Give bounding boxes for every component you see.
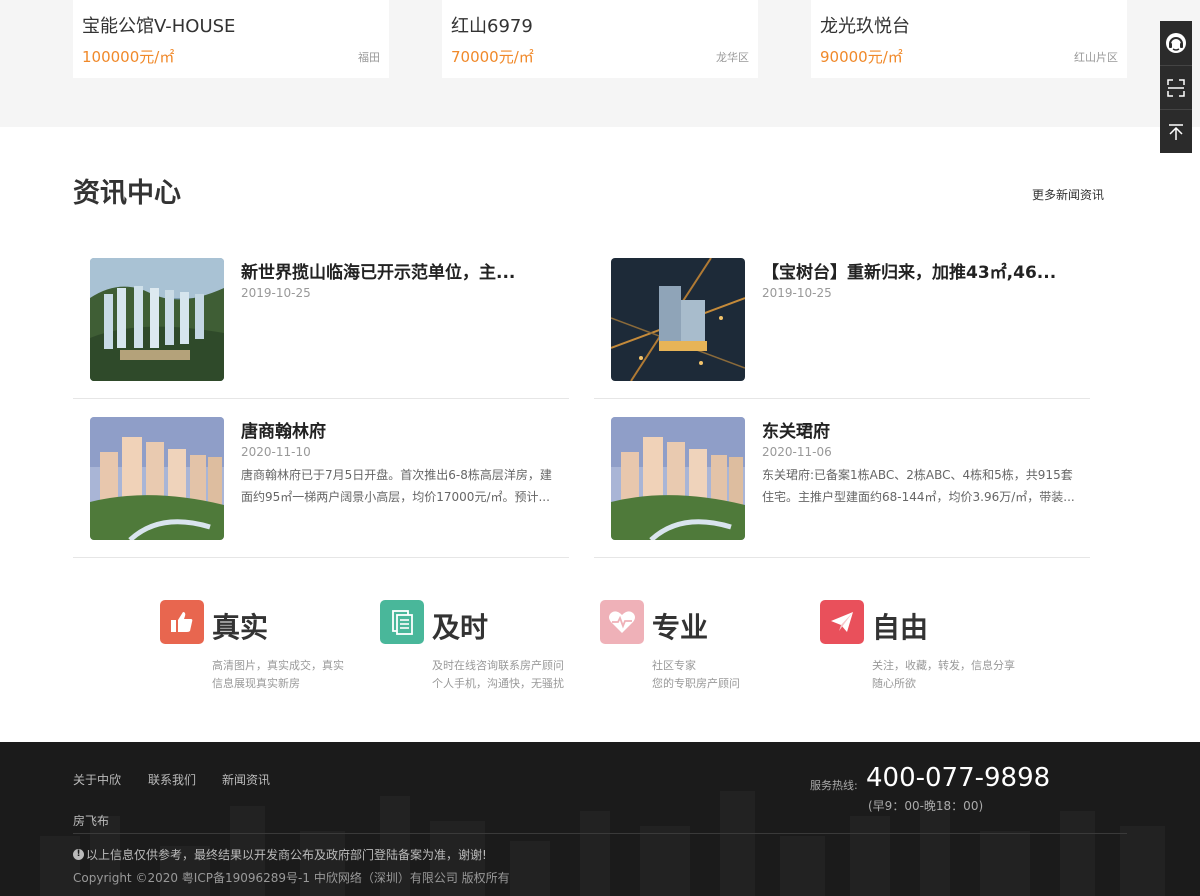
property-name[interactable]: 红山6979: [451, 12, 533, 38]
copyright: Copyright ©2020 粤ICP备19096289号-1 中欣网络（深圳…: [73, 871, 510, 885]
hotline-number[interactable]: 400-077-9898: [866, 763, 1050, 793]
feature-authentic: 真实 高清图片，真实成交，真实 信息展现真实新房: [160, 600, 360, 700]
customer-service-button[interactable]: [1160, 21, 1192, 65]
footer: 关于中欣 联系我们 新闻资讯 房飞布 服务热线: 400-077-9898 (早…: [0, 742, 1200, 896]
info-icon: !: [73, 849, 84, 860]
document-icon: [380, 600, 424, 644]
news-date: 2019-10-25: [762, 286, 832, 300]
more-news-link[interactable]: 更多新闻资讯: [1032, 186, 1104, 203]
disclaimer: ! 以上信息仅供参考，最终结果以开发商公布及政府部门登陆备案为准，谢谢!: [73, 846, 487, 863]
news-item[interactable]: 新世界揽山临海已开示范单位，主... 2019-10-25: [73, 240, 569, 399]
property-strip: 宝能公馆V-HOUSE 100000元/㎡ 福田 红山6979 70000元/㎡…: [0, 0, 1200, 127]
disclaimer-text: 以上信息仅供参考，最终结果以开发商公布及政府部门登陆备案为准，谢谢!: [86, 848, 487, 862]
thumbs-up-icon: [160, 600, 204, 644]
news-thumbnail[interactable]: [90, 258, 224, 381]
paper-plane-icon: [820, 600, 864, 644]
property-area: 福田: [358, 51, 380, 64]
news-description: [762, 305, 1084, 349]
news-date: 2019-10-25: [241, 286, 311, 300]
feature-title: 真实: [212, 611, 269, 644]
news-description: 东关珺府:已备案1栋ABC、2栋ABC、4栋和5栋，共915套住宅。主推户型建面…: [762, 468, 1075, 504]
footer-link-about[interactable]: 关于中欣: [73, 771, 121, 788]
news-title[interactable]: 新世界揽山临海已开示范单位，主...: [241, 258, 561, 283]
hotline-hours: (早9：00-晚18：00): [868, 799, 984, 813]
footer-link-news[interactable]: 新闻资讯: [222, 771, 270, 788]
news-item[interactable]: 【宝树台】重新归来，加推43㎡,46... 2019-10-25: [594, 240, 1090, 399]
property-area: 龙华区: [716, 51, 749, 64]
feature-timely: 及时 及时在线咨询联系房产顾问 个人手机，沟通快，无骚扰: [380, 600, 580, 700]
news-title[interactable]: 唐商翰林府: [241, 417, 561, 442]
heart-pulse-icon: [600, 600, 644, 644]
feature-description: 高清图片，真实成交，真实 信息展现真实新房: [212, 659, 344, 690]
back-to-top-button[interactable]: [1160, 109, 1192, 153]
property-price: 100000元/㎡: [82, 48, 175, 66]
property-name[interactable]: 宝能公馆V-HOUSE: [82, 12, 235, 38]
property-card[interactable]: 红山6979 70000元/㎡ 龙华区: [442, 0, 758, 78]
feature-description: 及时在线咨询联系房产顾问 个人手机，沟通快，无骚扰: [432, 659, 564, 690]
news-title[interactable]: 【宝树台】重新归来，加推43㎡,46...: [762, 258, 1082, 283]
property-area: 红山片区: [1074, 51, 1118, 64]
footer-link-fangfeibu[interactable]: 房飞布: [73, 812, 109, 829]
property-card[interactable]: 龙光玖悦台 90000元/㎡ 红山片区: [811, 0, 1127, 78]
property-price: 70000元/㎡: [451, 48, 534, 66]
news-description: [241, 305, 563, 349]
scan-icon: [1167, 78, 1185, 97]
news-date: 2020-11-10: [241, 445, 311, 459]
side-toolbar: [1160, 21, 1192, 153]
feature-description: 关注，收藏，转发，信息分享 随心所欲: [872, 659, 1015, 690]
feature-freedom: 自由 关注，收藏，转发，信息分享 随心所欲: [820, 600, 1020, 700]
back-to-top-icon: [1169, 123, 1183, 140]
news-description: 唐商翰林府已于7月5日开盘。首次推出6-8栋高层洋房，建面约95㎡一梯两户阔景小…: [241, 468, 552, 504]
property-name[interactable]: 龙光玖悦台: [820, 12, 910, 38]
news-thumbnail[interactable]: [611, 417, 745, 540]
feature-title: 自由: [872, 611, 929, 644]
headset-icon: [1166, 33, 1186, 53]
news-item[interactable]: 唐商翰林府 2020-11-10 唐商翰林府已于7月5日开盘。首次推出6-8栋高…: [73, 399, 569, 558]
hotline-label: 服务热线:: [810, 779, 858, 792]
feature-title: 及时: [432, 611, 489, 644]
news-date: 2020-11-06: [762, 445, 832, 459]
feature-professional: 专业 社区专家 您的专职房产顾问: [600, 600, 800, 700]
property-card[interactable]: 宝能公馆V-HOUSE 100000元/㎡ 福田: [73, 0, 389, 78]
news-thumbnail[interactable]: [90, 417, 224, 540]
property-price: 90000元/㎡: [820, 48, 903, 66]
news-item[interactable]: 东关珺府 2020-11-06 东关珺府:已备案1栋ABC、2栋ABC、4栋和5…: [594, 399, 1090, 558]
news-title[interactable]: 东关珺府: [762, 417, 1082, 442]
news-thumbnail[interactable]: [611, 258, 745, 381]
footer-link-contact[interactable]: 联系我们: [148, 771, 196, 788]
footer-divider: [73, 833, 1127, 834]
section-title: 资讯中心: [73, 178, 181, 209]
feature-title: 专业: [652, 611, 709, 644]
feature-description: 社区专家 您的专职房产顾问: [652, 659, 740, 690]
qr-code-button[interactable]: [1160, 65, 1192, 109]
